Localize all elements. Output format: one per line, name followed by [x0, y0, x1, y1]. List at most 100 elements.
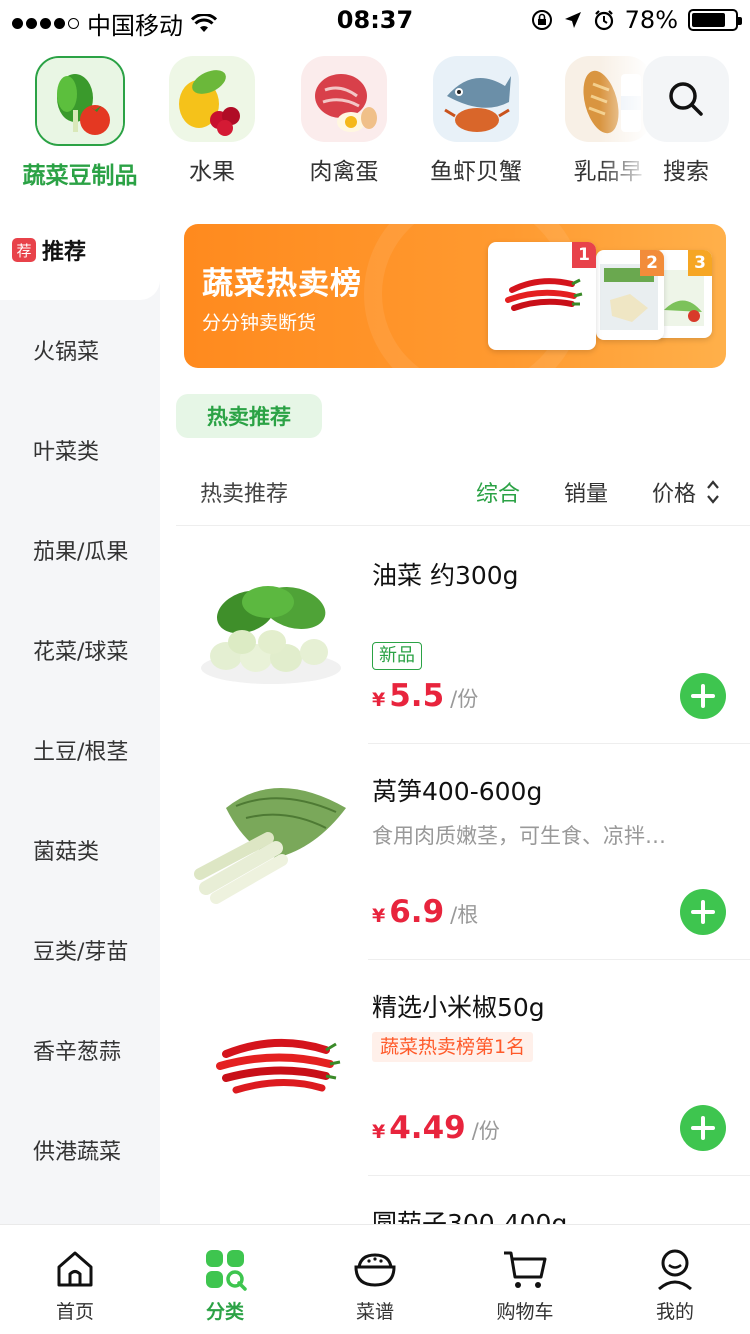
sidebar-item-recommend[interactable]: 荐 推荐 — [0, 200, 160, 300]
price-value: 5.5 — [389, 678, 445, 714]
category-icon — [201, 1245, 249, 1293]
tab-cart[interactable]: 购物车 — [475, 1245, 575, 1324]
sidebar-item-spices[interactable]: 香辛葱蒜 — [0, 1000, 160, 1100]
top-category-label: 蔬菜豆制品 — [22, 163, 138, 189]
sidebar-item-leafy[interactable]: 叶菜类 — [0, 400, 160, 500]
status-bar: 中国移动 08:37 78% — [0, 0, 750, 40]
tab-label: 分类 — [205, 1301, 244, 1323]
sidebar-item-label: 火锅菜 — [33, 340, 100, 365]
sidebar-item-mushroom[interactable]: 菌菇类 — [0, 800, 160, 900]
search-icon — [643, 56, 729, 142]
tab-category[interactable]: 分类 — [175, 1245, 275, 1324]
sidebar-item-label: 土豆/根茎 — [33, 740, 129, 765]
battery-fill — [692, 13, 725, 27]
tab-label: 菜谱 — [355, 1301, 394, 1323]
sort-option-overall[interactable]: 综合 — [476, 476, 520, 508]
price-value: 6.9 — [389, 894, 445, 930]
rank-card-2: 2 — [596, 250, 664, 340]
rank-number: 2 — [640, 250, 664, 276]
seafood-image — [433, 56, 519, 142]
plus-icon — [691, 1116, 715, 1140]
ranking-tag: 蔬菜热卖榜第1名 — [372, 1032, 534, 1062]
home-icon — [51, 1245, 99, 1293]
tab-label: 购物车 — [496, 1301, 554, 1323]
battery-percent: 78% — [624, 6, 678, 34]
hot-recommend-chip[interactable]: 热卖推荐 — [176, 394, 322, 438]
sidebar-item-label: 豆类/芽苗 — [33, 940, 129, 965]
sidebar-item-hk-supply[interactable]: 供港蔬菜 — [0, 1100, 160, 1200]
celtuce-image — [186, 778, 356, 908]
tab-label: 我的 — [655, 1301, 694, 1323]
sidebar-item-cauliflower[interactable]: 花菜/球菜 — [0, 600, 160, 700]
sidebar-item-beans[interactable]: 豆类/芽苗 — [0, 900, 160, 1000]
sort-section-title: 热卖推荐 — [200, 482, 289, 507]
recipe-icon — [351, 1245, 399, 1293]
top-category-bar: 蔬菜豆制品 水果 肉禽蛋 鱼虾贝蟹 搜索 — [0, 48, 750, 198]
banner-subtitle: 分分钟卖断货 — [202, 312, 317, 334]
sidebar-item-label: 供港蔬菜 — [33, 1140, 122, 1165]
sidebar-item-label: 叶菜类 — [33, 440, 100, 465]
top-category-label: 搜索 — [663, 159, 709, 185]
add-to-cart-button[interactable] — [680, 673, 726, 719]
top-category-label: 肉禽蛋 — [309, 159, 379, 185]
add-to-cart-button[interactable] — [680, 1105, 726, 1151]
price-unit: /份 — [450, 687, 479, 711]
alarm-icon — [594, 10, 613, 31]
tab-profile[interactable]: 我的 — [625, 1245, 725, 1324]
top-category-label: 鱼虾贝蟹 — [430, 159, 522, 185]
bottom-tab-bar: 首页 分类 菜谱 购物车 我的 — [0, 1224, 750, 1334]
sidebar-item-hotpot[interactable]: 火锅菜 — [0, 300, 160, 400]
sidebar-item-label: 花菜/球菜 — [33, 640, 129, 665]
product-name: 精选小米椒50g — [372, 993, 545, 1022]
top-category-meat[interactable]: 肉禽蛋 — [278, 56, 410, 186]
rank-number: 1 — [572, 242, 596, 268]
recommend-badge: 荐 — [12, 238, 36, 262]
price-value: 4.49 — [389, 1110, 466, 1146]
sort-arrows-icon — [707, 480, 719, 504]
sort-option-sales[interactable]: 销量 — [564, 476, 608, 508]
rank-card-1: 1 — [488, 242, 596, 350]
price-unit: /根 — [450, 903, 479, 927]
location-icon — [564, 12, 581, 28]
price-currency: ¥ — [372, 905, 386, 927]
product-item[interactable]: 精选小米椒50g 蔬菜热卖榜第1名 ¥ 4.49 /份 — [176, 960, 750, 1176]
chili-image — [186, 994, 356, 1124]
meat-egg-image — [301, 56, 387, 142]
price-currency: ¥ — [372, 689, 386, 711]
top-category-search[interactable]: 搜索 — [620, 56, 750, 186]
fruit-image — [169, 56, 255, 142]
tab-home[interactable]: 首页 — [25, 1245, 125, 1324]
hot-sales-banner[interactable]: 蔬菜热卖榜 分分钟卖断货 3 2 1 — [184, 224, 726, 368]
vegetables-image — [35, 56, 125, 146]
top-category-vegetables[interactable]: 蔬菜豆制品 — [14, 56, 146, 190]
category-sidebar: 荐 推荐 火锅菜 叶菜类 茄果/瓜果 花菜/球菜 土豆/根茎 菌菇类 豆类/芽苗… — [0, 200, 160, 1224]
product-price: ¥ 5.5 /份 — [372, 678, 478, 714]
product-description: 食用肉质嫩茎，可生食、凉拌… — [372, 824, 666, 848]
sidebar-item-label: 菌菇类 — [33, 840, 100, 865]
sort-bar: 热卖推荐 综合 销量 价格 — [176, 460, 750, 526]
status-right: 78% — [531, 6, 742, 34]
sidebar-item-label: 香辛葱蒜 — [33, 1040, 122, 1065]
sort-option-label: 价格 — [652, 482, 697, 507]
bok-choy-image — [186, 562, 356, 692]
banner-title: 蔬菜热卖榜 — [202, 266, 362, 302]
profile-icon — [651, 1245, 699, 1293]
price-unit: /份 — [471, 1119, 500, 1143]
sidebar-item-root[interactable]: 土豆/根茎 — [0, 700, 160, 800]
top-category-seafood[interactable]: 鱼虾贝蟹 — [410, 56, 542, 186]
product-price: ¥ 4.49 /份 — [372, 1110, 500, 1146]
product-price: ¥ 6.9 /根 — [372, 894, 478, 930]
rank-number: 3 — [688, 250, 712, 276]
product-item[interactable]: 油菜 约300g 新品 ¥ 5.5 /份 — [176, 528, 750, 744]
top-category-fruit[interactable]: 水果 — [146, 56, 278, 186]
sidebar-item-label: 推荐 — [42, 240, 87, 265]
product-item[interactable]: 莴笋400-600g 食用肉质嫩茎，可生食、凉拌… ¥ 6.9 /根 — [176, 744, 750, 960]
sidebar-item-label: 茄果/瓜果 — [33, 540, 129, 565]
sort-option-price[interactable]: 价格 — [652, 476, 720, 508]
product-name: 油菜 约300g — [372, 561, 519, 590]
add-to-cart-button[interactable] — [680, 889, 726, 935]
tab-recipe[interactable]: 菜谱 — [325, 1245, 425, 1324]
cart-icon — [501, 1245, 549, 1293]
product-name: 莴笋400-600g — [372, 777, 543, 806]
sidebar-item-fruit-veg[interactable]: 茄果/瓜果 — [0, 500, 160, 600]
